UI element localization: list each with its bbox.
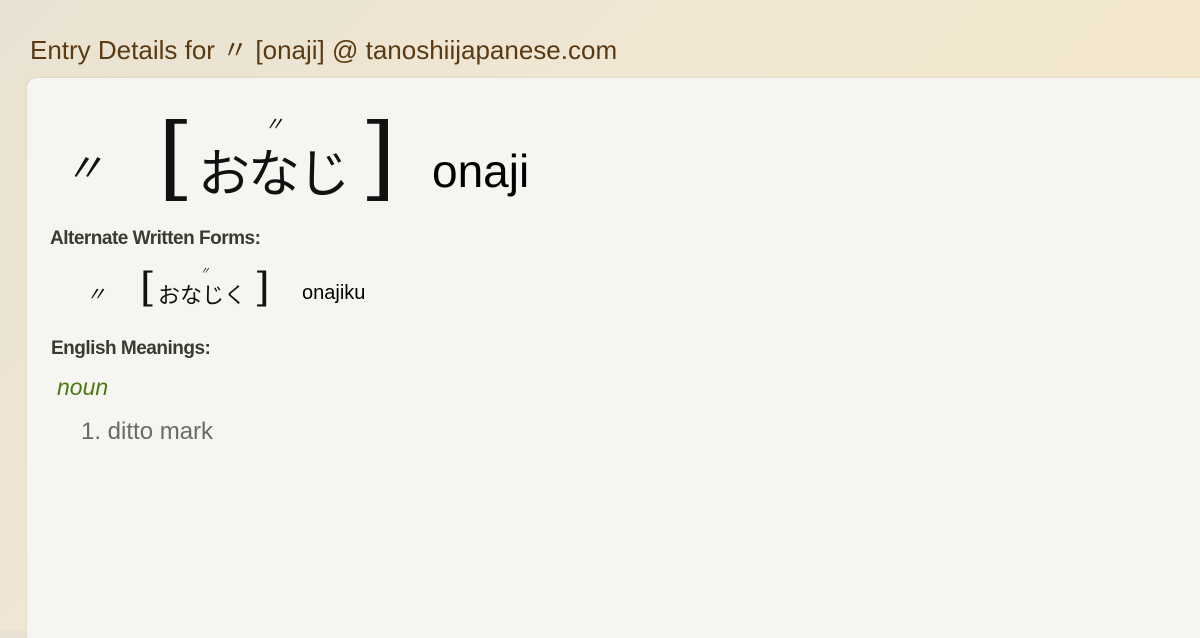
entry-bracket-close: ] (360, 104, 396, 211)
alternate-form-kanji: 〃 (86, 282, 106, 306)
alternate-form-bracket-open: [ (140, 265, 156, 311)
entry-kanji: 〃 (64, 146, 104, 192)
alternate-form-romaji: onajiku (302, 282, 366, 304)
entry-romaji: onaji (432, 145, 530, 197)
english-meanings-label: English Meanings: (51, 338, 211, 359)
page-title: Entry Details for 〃 [onaji] @ tanoshiija… (30, 35, 618, 65)
part-of-speech: noun (57, 374, 109, 400)
entry-kana: おなじ (198, 145, 350, 205)
alternate-forms-label: Alternate Written Forms: (50, 228, 261, 249)
alternate-form-kana: おなじく (158, 284, 247, 309)
definition-item: 1. ditto mark (81, 418, 214, 445)
alternate-form-bracket-close: ] (254, 265, 270, 311)
alternate-form-furigana-mark: 〃 (200, 266, 210, 277)
entry-bracket-open: [ (158, 104, 194, 211)
